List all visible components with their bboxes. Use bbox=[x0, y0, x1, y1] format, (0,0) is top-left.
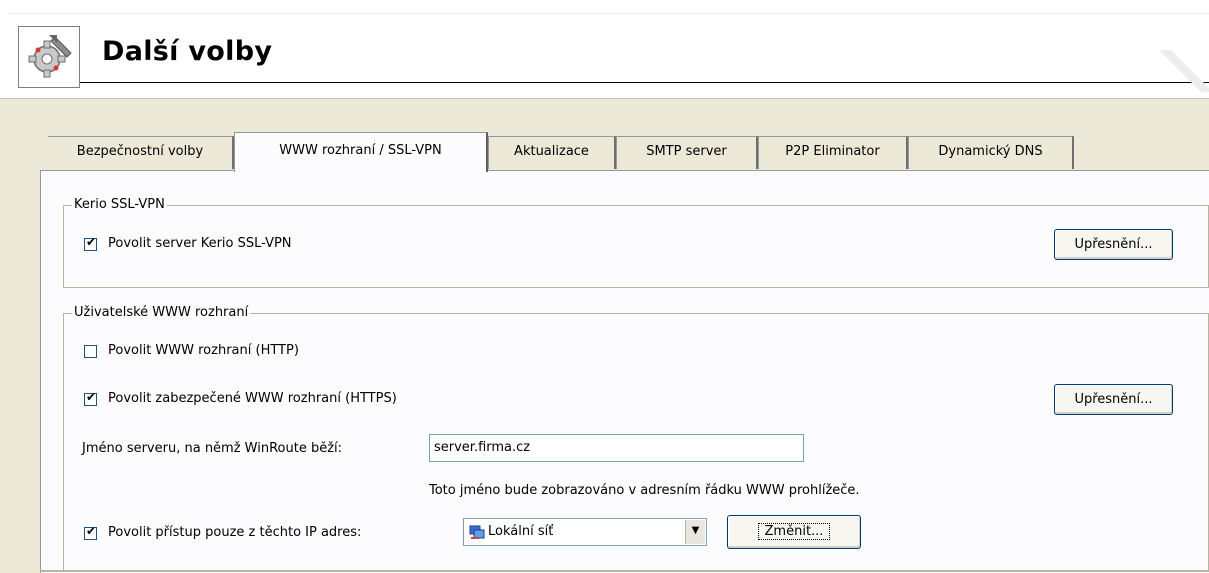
tab-label: WWW rozhraní / SSL-VPN bbox=[279, 143, 442, 158]
https-advanced-button[interactable]: Upřesnění... bbox=[1054, 384, 1173, 415]
web-interface-group-title: Uživatelské WWW rozhraní bbox=[72, 305, 251, 321]
page-title: Další volby bbox=[102, 36, 273, 67]
server-name-label: Jméno serveru, na němž WinRoute běží: bbox=[82, 441, 343, 456]
button-label: Změnit... bbox=[757, 523, 831, 540]
enable-http-checkbox[interactable] bbox=[84, 345, 97, 358]
check-mark-icon: ✔ bbox=[86, 235, 97, 249]
enable-ssl-vpn-checkbox[interactable]: ✔ bbox=[84, 235, 97, 251]
change-ip-group-button[interactable]: Změnit... bbox=[727, 515, 861, 549]
button-label: Upřesnění... bbox=[1074, 237, 1153, 252]
tab-updates[interactable]: Aktualizace bbox=[488, 136, 616, 169]
server-name-hint: Toto jméno bude zobrazováno v adresním ř… bbox=[429, 483, 860, 498]
header-top-rule bbox=[10, 13, 1209, 14]
tab-p2p-eliminator[interactable]: P2P Eliminator bbox=[758, 136, 908, 169]
ssl-vpn-group-title: Kerio SSL-VPN bbox=[72, 197, 167, 213]
ssl-vpn-advanced-button[interactable]: Upřesnění... bbox=[1054, 229, 1173, 260]
check-mark-icon: ✔ bbox=[86, 390, 97, 404]
ip-group-selected-value: Lokální síť bbox=[488, 524, 554, 539]
tab-dynamic-dns[interactable]: Dynamický DNS bbox=[908, 136, 1074, 169]
tab-label: P2P Eliminator bbox=[785, 144, 880, 159]
settings-icon bbox=[18, 26, 80, 88]
server-name-input[interactable]: server.firma.cz bbox=[429, 434, 804, 462]
enable-ssl-vpn-label[interactable]: Povolit server Kerio SSL-VPN bbox=[108, 236, 292, 252]
tab-web-interface-ssl-vpn[interactable]: WWW rozhraní / SSL-VPN bbox=[234, 132, 488, 172]
network-icon bbox=[469, 525, 485, 539]
header-underline bbox=[80, 82, 1209, 83]
enable-https-checkbox[interactable]: ✔ bbox=[84, 390, 97, 406]
tab-label: Aktualizace bbox=[514, 144, 589, 159]
tab-label: Bezpečnostní volby bbox=[76, 144, 204, 159]
tab-smtp-server[interactable]: SMTP server bbox=[616, 136, 758, 169]
restrict-ip-label[interactable]: Povolit přístup pouze z těchto IP adres: bbox=[108, 525, 361, 541]
button-label: Upřesnění... bbox=[1074, 392, 1153, 407]
restrict-ip-checkbox[interactable]: ✔ bbox=[84, 524, 97, 540]
enable-https-label[interactable]: Povolit zabezpečené WWW rozhraní (HTTPS) bbox=[108, 391, 397, 407]
page-header: Další volby bbox=[0, 0, 1209, 92]
check-mark-icon: ✔ bbox=[86, 524, 97, 538]
tab-security-options[interactable]: Bezpečnostní volby bbox=[48, 136, 234, 169]
ip-group-select[interactable]: Lokální síť ▼ bbox=[463, 518, 707, 546]
tab-label: Dynamický DNS bbox=[938, 144, 1043, 159]
watermark-icon bbox=[1159, 50, 1209, 92]
tab-label: SMTP server bbox=[646, 144, 727, 159]
dropdown-arrow-icon[interactable]: ▼ bbox=[685, 520, 705, 544]
enable-http-label[interactable]: Povolit WWW rozhraní (HTTP) bbox=[108, 343, 299, 359]
